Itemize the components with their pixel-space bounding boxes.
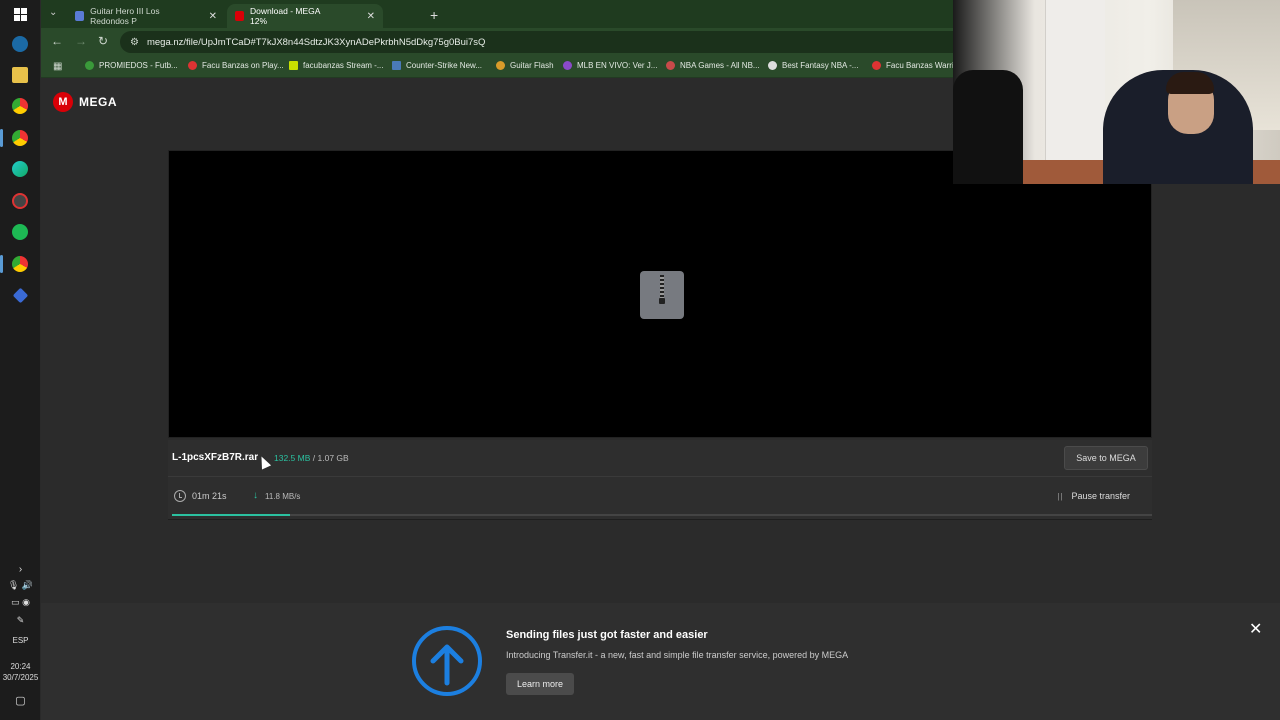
screen: › 🎙 🔊 ▭ ◉ ✎ ESP 20:24 30/7/2025 ▢ ⌄ Guit… (0, 0, 1280, 720)
chrome-profile-icon-3[interactable] (8, 252, 32, 276)
address-bar[interactable]: ⚙ mega.nz/file/UpJmTCaD#T7kJX8n44SdtzJK3… (120, 31, 980, 53)
site-settings-icon[interactable]: ⚙ (130, 37, 139, 48)
steam-icon[interactable] (8, 32, 32, 56)
chrome-profile-icon[interactable] (8, 126, 32, 150)
size-separator: / (312, 453, 316, 463)
tab-guitar-hero[interactable]: Guitar Hero III Los Redondos P ✕ (67, 4, 225, 28)
notification-icon[interactable]: ▢ (0, 694, 41, 707)
bookmark-label: Counter-Strike New... (406, 61, 483, 70)
bookmark-counter-strike[interactable]: Counter-Strike New... (392, 61, 482, 70)
webcam-chair (953, 70, 1023, 184)
language-indicator[interactable]: ESP (0, 636, 41, 645)
bookmark-nba[interactable]: NBA Games - All NB... (666, 61, 760, 70)
app-icon[interactable] (8, 283, 32, 307)
download-arrow-icon: ↓ (253, 490, 258, 501)
close-icon[interactable]: ✕ (367, 11, 375, 22)
bookmark-fantasy-nba[interactable]: Best Fantasy NBA -... (768, 61, 858, 70)
file-name: L-1pcsXFzB7R.rar (172, 452, 259, 463)
bookmark-guitar-flash[interactable]: Guitar Flash (496, 61, 554, 70)
url-text: mega.nz/file/UpJmTCaD#T7kJX8n44SdtzJK3Xy… (146, 36, 486, 48)
bookmark-icon (392, 61, 401, 70)
volume-icon[interactable]: 🎙 🔊 (0, 580, 41, 591)
bookmark-label: facubanzas Stream -... (303, 61, 384, 70)
download-info-panel: L-1pcsXFzB7R.rar 132.5 MB / 1.07 GB Save… (168, 440, 1152, 520)
pause-transfer-button[interactable]: || Pause transfer (1057, 491, 1130, 501)
clock-icon (174, 490, 186, 502)
windows-start-icon[interactable] (8, 2, 32, 26)
tab-title: Guitar Hero III Los Redondos P (90, 6, 160, 26)
close-icon[interactable]: ✕ (1249, 619, 1262, 639)
bookmark-icon (563, 61, 572, 70)
reload-icon[interactable]: ↻ (98, 34, 108, 48)
taskbar: › 🎙 🔊 ▭ ◉ ✎ ESP 20:24 30/7/2025 ▢ (0, 0, 41, 720)
download-size-progress: 132.5 MB / 1.07 GB (274, 453, 349, 463)
file-explorer-icon[interactable] (8, 63, 32, 87)
webcam-door (1045, 0, 1105, 184)
progress-bar-fill (172, 514, 290, 516)
banner-title: Sending files just got faster and easier (506, 629, 708, 641)
file-preview (168, 150, 1152, 438)
pen-icon[interactable]: ✎ (0, 615, 41, 626)
network-icon[interactable]: ▭ ◉ (0, 597, 41, 608)
save-to-mega-button[interactable]: Save to MEGA (1064, 446, 1148, 470)
webcam-overlay (953, 0, 1280, 184)
bookmark-facubanzas-stream[interactable]: facubanzas Stream -... (289, 61, 383, 70)
back-icon[interactable]: ← (51, 34, 63, 48)
time-remaining: 01m 21s (192, 491, 227, 501)
bookmark-icon (666, 61, 675, 70)
clock-time[interactable]: 20:24 (0, 662, 41, 671)
bookmark-promiedos[interactable]: PROMIEDOS - Futb... (85, 61, 178, 70)
bookmark-label: Guitar Flash (510, 61, 554, 70)
new-tab-icon[interactable]: + (430, 7, 438, 23)
zipper-pull (659, 298, 665, 304)
pause-transfer-label: Pause transfer (1071, 491, 1130, 501)
transfer-it-banner: Sending files just got faster and easier… (41, 603, 1280, 720)
tab-favicon (75, 11, 85, 21)
bookmark-icon (496, 61, 505, 70)
tab-search-icon[interactable]: ⌄ (49, 7, 57, 18)
active-indicator (0, 129, 3, 147)
active-indicator-2 (0, 255, 3, 273)
learn-more-button[interactable]: Learn more (506, 673, 574, 695)
mega-favicon (235, 11, 245, 21)
bookmark-label: MLB EN VIVO: Ver J... (577, 61, 658, 70)
download-speed: 11.8 MB/s (265, 492, 301, 501)
divider (168, 476, 1152, 477)
close-icon[interactable]: ✕ (209, 11, 217, 22)
banner-text: Introducing Transfer.it - a new, fast an… (506, 650, 849, 660)
forward-icon[interactable]: → (75, 34, 87, 48)
bookmark-mlb[interactable]: MLB EN VIVO: Ver J... (563, 61, 657, 70)
chrome-profile-icon-2[interactable] (8, 189, 32, 213)
zip-file-icon (640, 271, 684, 319)
webcam-hair (1166, 72, 1214, 94)
clock-date[interactable]: 30/7/2025 (0, 673, 41, 682)
edge-icon[interactable] (8, 157, 32, 181)
bookmark-icon (872, 61, 881, 70)
bookmark-icon (85, 61, 94, 70)
bookmark-label: PROMIEDOS - Futb... (99, 61, 178, 70)
mega-logo-text: MEGA (79, 95, 117, 109)
bookmark-icon (289, 61, 298, 70)
bookmark-facu-warriors[interactable]: Facu Banzas Warrio (872, 61, 958, 70)
mega-logo[interactable]: M MEGA (53, 92, 117, 112)
bookmark-label: Facu Banzas Warrio (886, 61, 959, 70)
chrome-icon[interactable] (8, 94, 32, 118)
downloaded-size: 132.5 MB (274, 453, 311, 463)
bookmark-icon (188, 61, 197, 70)
chevron-right-icon[interactable]: › (0, 564, 41, 575)
bookmark-label: NBA Games - All NB... (680, 61, 760, 70)
bookmark-icon (768, 61, 777, 70)
bookmark-facu-play[interactable]: Facu Banzas on Play... (188, 61, 284, 70)
tab-title: Download - MEGA 12% (250, 6, 320, 26)
total-size: 1.07 GB (317, 453, 349, 463)
upload-arrow-icon (412, 626, 482, 696)
pause-icon: || (1057, 491, 1064, 501)
spotify-icon[interactable] (8, 220, 32, 244)
apps-grid-icon[interactable]: ▦ (53, 61, 62, 72)
progress-bar (172, 514, 1152, 516)
bookmark-label: Facu Banzas on Play... (202, 61, 284, 70)
bookmark-label: Best Fantasy NBA -... (782, 61, 859, 70)
tab-mega-download[interactable]: Download - MEGA 12% ✕ (227, 4, 383, 28)
mega-logo-icon: M (53, 92, 73, 112)
